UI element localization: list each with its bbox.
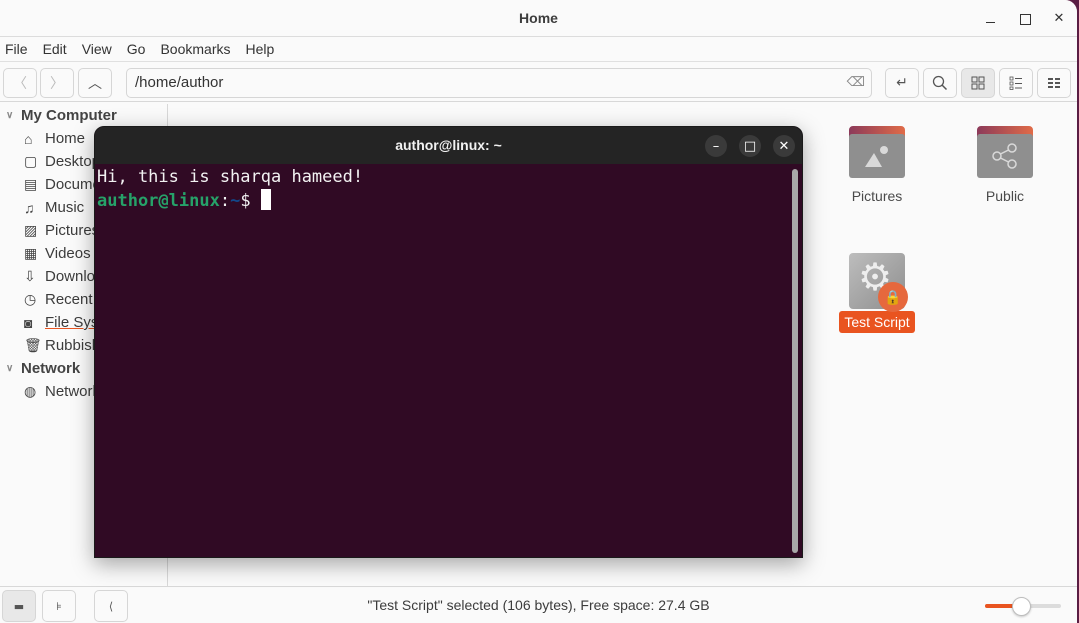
folder-icon [849,126,905,178]
folder-icon [977,126,1033,178]
menu-go[interactable]: Go [127,41,146,57]
status-bar: ▬ ⊧ ⟨ "Test Script" selected (106 bytes)… [0,586,1077,623]
zoom-slider-handle[interactable] [1012,597,1032,616]
music-icon: ♫ [24,199,35,216]
file-item-test-script[interactable]: ⚙ 🔒 Test Script [832,253,922,333]
parent-folder-button[interactable]: ︿ [78,68,112,98]
minimize-button[interactable] [981,9,1001,29]
forward-button[interactable]: 〉 [40,68,74,98]
toolbar: 〈 〉 ︿ /home/author ⌫ ↵ [0,62,1077,102]
terminal-title-bar: author@linux: ~ – □ ✕ [95,127,802,164]
back-button[interactable]: 〈 [3,68,37,98]
chevron-right-icon: 〉 [50,76,64,92]
close-icon: ✕ [778,138,790,154]
output-line: Hi, this is sharqa hameed! [97,167,364,187]
icon-view-button[interactable] [961,68,995,98]
chevron-down-icon: ∨ [6,110,14,121]
sidebar-section-my-computer[interactable]: ∨ My Computer [0,104,167,127]
prompt-path: ~ [230,191,241,211]
compact-view-icon [1048,78,1060,88]
terminal-scrollbar[interactable] [792,169,798,553]
menu-bookmarks[interactable]: Bookmarks [160,41,230,57]
video-icon: ▦ [24,245,38,261]
text-cursor [260,189,271,210]
selected-file-label: Test Script [839,311,915,333]
recent-icon: ◷ [24,291,37,307]
file-item-public[interactable]: Public [960,126,1050,204]
location-toggle-icon: ↵ [896,75,908,91]
list-icon [1009,76,1022,90]
zoom-slider[interactable] [985,597,1061,616]
picture-emblem-icon [865,146,888,167]
terminal-minimize-button[interactable]: – [705,135,727,157]
maximize-button[interactable] [1015,9,1035,29]
chevron-up-icon: ︿ [88,76,102,92]
search-icon [932,75,948,91]
network-icon: ◍ [24,383,37,399]
lock-icon: 🔒 [878,282,908,312]
terminal-title: author@linux: ~ [395,137,502,153]
prompt-symbol: $ [240,191,261,211]
file-item-pictures[interactable]: Pictures [832,126,922,204]
menu-help[interactable]: Help [246,41,275,57]
drive-icon: ◙ [24,314,33,331]
minimize-icon: – [712,138,720,154]
menu-bar: File Edit View Go Bookmarks Help [0,37,1077,62]
prompt-separator: : [219,191,231,211]
terminal-maximize-button[interactable]: □ [739,135,761,157]
grid-icon [971,76,985,90]
trash-icon: 🗑 [24,337,42,353]
location-path: /home/author [135,74,224,91]
menu-view[interactable]: View [82,41,112,57]
desktop-icon: ▢ [24,153,38,169]
list-view-button[interactable] [999,68,1033,98]
home-icon: ⌂ [24,130,33,147]
picture-icon: ▨ [24,222,38,238]
title-bar: Home ✕ [0,0,1077,37]
menu-edit[interactable]: Edit [43,41,67,57]
compact-view-button[interactable] [1037,68,1071,98]
status-text: "Test Script" selected (106 bytes), Free… [367,597,710,613]
location-bar[interactable]: /home/author ⌫ [126,68,872,98]
document-icon: ▤ [24,176,38,192]
terminal-close-button[interactable]: ✕ [773,135,795,157]
download-icon: ⇩ [24,268,36,284]
chevron-down-icon: ∨ [6,363,14,374]
close-button[interactable]: ✕ [1049,9,1069,29]
script-file-icon: ⚙ 🔒 [849,253,908,312]
maximize-icon: □ [743,138,757,154]
share-emblem-icon [992,143,1017,169]
terminal-window[interactable]: author@linux: ~ – □ ✕ Hi, this is sharqa… [94,126,803,558]
prompt-user: author@linux [97,191,220,211]
prompt-line: author@linux:~$ [97,189,800,213]
terminal-output[interactable]: Hi, this is sharqa hameed! author@linux:… [95,164,802,215]
chevron-left-icon: 〈 [13,76,27,92]
window-title: Home [519,10,558,26]
toggle-location-button[interactable]: ↵ [885,68,919,98]
search-button[interactable] [923,68,957,98]
menu-file[interactable]: File [5,41,28,57]
clear-location-icon[interactable]: ⌫ [847,74,865,90]
